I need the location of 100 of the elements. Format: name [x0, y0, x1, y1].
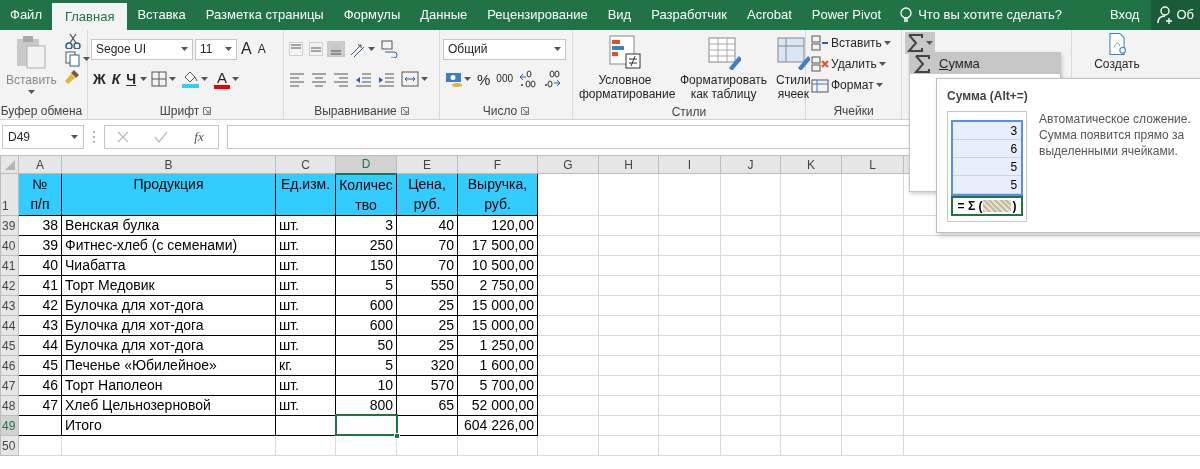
column-header[interactable]: G	[537, 155, 599, 174]
menu-item[interactable]: Сумма	[910, 53, 1060, 74]
fill-handle[interactable]	[394, 432, 400, 439]
fill-color-button[interactable]	[180, 69, 211, 89]
table-cell: 25	[396, 295, 458, 315]
ribbon-tab[interactable]: Разметка страницы	[195, 0, 334, 30]
row-header[interactable]: 44	[0, 315, 19, 335]
thousands-button[interactable]: 000	[494, 73, 516, 85]
row-header[interactable]: 40	[0, 235, 19, 255]
vertical-align-button[interactable]	[287, 41, 305, 57]
row-header[interactable]: 50	[0, 435, 19, 455]
row-header[interactable]: 42	[0, 275, 19, 295]
ribbon-tab[interactable]: Файл	[0, 0, 52, 30]
ribbon-tab[interactable]: Power Pivot	[801, 0, 892, 30]
table-cell: 10 500,00	[457, 255, 538, 275]
column-header[interactable]: I	[658, 155, 721, 174]
autosum-button[interactable]	[905, 32, 935, 54]
copy-button[interactable]	[62, 50, 92, 68]
caret-icon	[140, 77, 148, 81]
sign-in-link[interactable]: Вход	[1098, 0, 1152, 30]
column-header[interactable]: B	[61, 155, 276, 174]
caret-icon	[82, 57, 90, 61]
example-value: 3	[953, 122, 1022, 140]
table-cell: 39	[18, 235, 62, 255]
borders-button[interactable]	[149, 70, 179, 88]
column-title: № п/п	[18, 173, 62, 215]
lightbulb-icon	[899, 7, 914, 23]
row-header[interactable]: 46	[0, 355, 19, 375]
dialog-launcher-icon[interactable]	[203, 106, 212, 115]
column-header[interactable]: D	[335, 155, 397, 174]
number-format-dropdown[interactable]: Общий	[443, 38, 566, 60]
column-header[interactable]: E	[396, 155, 458, 174]
grow-font-button[interactable]: A	[239, 40, 254, 58]
caret-icon	[464, 77, 471, 81]
table-cell: 1 250,00	[457, 335, 538, 355]
column-header[interactable]: F	[457, 155, 538, 174]
ribbon-tab[interactable]: Разработчик	[641, 0, 737, 30]
align-right-icon	[333, 70, 349, 88]
column-header[interactable]: L	[841, 155, 904, 174]
increase-indent-icon	[378, 70, 395, 88]
italic-button[interactable]: К	[109, 71, 123, 87]
table-cell: Булочка для хот-дога	[61, 335, 276, 355]
font-color-button[interactable]: A	[212, 68, 242, 90]
dialog-launcher-icon[interactable]	[521, 106, 530, 115]
caret-icon	[181, 47, 188, 51]
caret-icon	[421, 77, 428, 81]
underline-button[interactable]: Ч	[124, 71, 139, 87]
column-header[interactable]: H	[598, 155, 659, 174]
font-name-dropdown[interactable]: Segoe UI	[91, 38, 193, 60]
column-header[interactable]: A	[18, 155, 62, 174]
caret-icon	[883, 40, 891, 45]
row-header[interactable]: 48	[0, 395, 19, 415]
create-pdf-button[interactable]: Создать	[1075, 32, 1159, 72]
table-cell: 5 700,00	[457, 375, 538, 395]
tell-me-search[interactable]: Что вы хотите сделать?	[918, 5, 1062, 25]
ribbon-tab[interactable]: Вставка	[127, 0, 196, 30]
column-header[interactable]: J	[720, 155, 781, 174]
column-title: Количество	[335, 173, 397, 215]
column-header[interactable]: C	[275, 155, 336, 174]
row-header[interactable]: 39	[0, 215, 19, 235]
format-as-table-button[interactable]: Форматировать как таблицу	[677, 32, 771, 104]
bold-button[interactable]: Ж	[91, 71, 108, 87]
row-header[interactable]: 49	[0, 415, 19, 435]
ribbon-tab[interactable]: Формулы	[333, 0, 411, 30]
name-box[interactable]: D49	[2, 124, 84, 149]
shrink-font-button[interactable]: A	[255, 42, 268, 56]
table-cell: 25	[396, 315, 458, 335]
chart-table-icon	[608, 34, 642, 70]
vertical-align-button[interactable]	[307, 41, 325, 57]
check-icon[interactable]	[153, 130, 168, 143]
ribbon-tab[interactable]: Вид	[597, 0, 642, 30]
ribbon-tab[interactable]: Рецензирование	[477, 0, 598, 30]
ribbon-tab[interactable]: Данные	[410, 0, 478, 30]
insert-cells-button[interactable]: Вставить	[809, 32, 893, 53]
row-header[interactable]: 47	[0, 375, 19, 395]
row-header[interactable]: 41	[0, 255, 19, 275]
ribbon-tab[interactable]: Acrobat	[737, 0, 802, 30]
row-header[interactable]: 43	[0, 295, 19, 315]
vertical-align-button[interactable]	[327, 41, 345, 57]
percent-button[interactable]: %	[475, 70, 493, 88]
share-button[interactable]: Об	[1151, 0, 1200, 30]
column-header[interactable]: K	[780, 155, 842, 174]
caret-icon	[225, 47, 232, 51]
table-cell: 65	[396, 395, 458, 415]
table-cell: 570	[396, 375, 458, 395]
wrap-text-button[interactable]	[379, 39, 401, 59]
grid-delete-icon	[811, 55, 829, 72]
cell-brush-icon	[776, 34, 811, 70]
ribbon-tab[interactable]: Главная	[51, 3, 128, 30]
conditional-formatting-button[interactable]: Условное форматирование	[576, 32, 674, 104]
merge-button[interactable]	[399, 70, 430, 88]
row-header[interactable]: 1	[0, 173, 19, 215]
table-cell: 46	[18, 375, 62, 395]
insert-function-button[interactable]: fx	[192, 129, 206, 144]
row-header[interactable]: 45	[0, 335, 19, 355]
caret-icon	[27, 90, 35, 95]
grid-icon	[811, 76, 829, 93]
dialog-launcher-icon[interactable]	[400, 106, 409, 115]
column-title: Продукция	[61, 173, 276, 215]
font-size-dropdown[interactable]: 11	[195, 38, 237, 60]
